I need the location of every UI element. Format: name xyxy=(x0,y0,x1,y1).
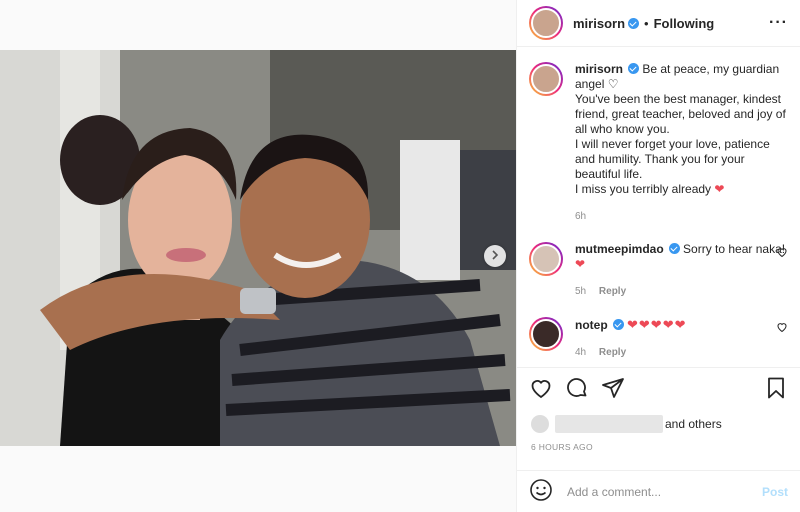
comment-meta: 4h Reply xyxy=(575,345,788,360)
caption-line-4: I miss you terribly already xyxy=(575,182,712,196)
caption-meta: 6h xyxy=(575,209,788,224)
post-timestamp[interactable]: 6 HOURS AGO xyxy=(531,442,593,452)
author-username[interactable]: mirisorn xyxy=(573,16,625,31)
emoji-icon[interactable] xyxy=(529,478,553,505)
comment-composer: Post xyxy=(517,470,800,512)
separator-dot: • xyxy=(644,15,649,31)
comment-row: notep ❤❤❤❤❤ 4h Reply xyxy=(529,317,788,360)
comment-text: Sorry to hear naka! xyxy=(683,242,786,256)
comment-username[interactable]: notep xyxy=(575,318,608,332)
verified-icon xyxy=(612,319,624,330)
verified-icon xyxy=(668,243,680,254)
comment-row: mutmeepimdao Sorry to hear naka! ❤ 5h Re… xyxy=(529,242,788,299)
comment-input[interactable] xyxy=(567,484,748,499)
white-heart-icon: ♡ xyxy=(607,77,619,91)
next-photo-button[interactable] xyxy=(484,245,506,267)
likes-summary: and others xyxy=(531,415,722,433)
comment-time[interactable]: 4h xyxy=(575,347,586,358)
share-icon[interactable] xyxy=(601,376,625,403)
caption-line-3: I will never forget your love, patience … xyxy=(575,137,770,181)
post-comment-button[interactable]: Post xyxy=(762,485,788,499)
comment-body: notep ❤❤❤❤❤ 4h Reply xyxy=(575,317,788,360)
comment-meta: 5h Reply xyxy=(575,284,788,299)
comment-username[interactable]: mutmeepimdao xyxy=(575,242,664,256)
more-options-icon[interactable]: ··· xyxy=(769,14,788,32)
liker-avatar xyxy=(531,415,549,433)
photo-illustration xyxy=(0,50,516,446)
post-photo[interactable] xyxy=(0,50,516,446)
caption-body: mirisorn Be at peace, my guardian angel … xyxy=(575,62,788,224)
red-hearts-icon: ❤❤❤❤❤ xyxy=(627,317,687,332)
photo-pane xyxy=(0,0,516,512)
post-actions xyxy=(517,367,800,411)
author-avatar[interactable] xyxy=(529,6,563,40)
caption-time[interactable]: 6h xyxy=(575,211,586,222)
caption: mirisorn Be at peace, my guardian angel … xyxy=(529,62,788,224)
caption-username[interactable]: mirisorn xyxy=(575,62,623,76)
heart-icon[interactable] xyxy=(529,376,553,403)
red-heart-icon: ❤ xyxy=(575,257,586,271)
caption-avatar[interactable] xyxy=(529,62,563,96)
caption-line-2: You've been the best manager, kindest fr… xyxy=(575,92,786,136)
verified-icon xyxy=(628,17,640,29)
like-comment-heart-icon[interactable] xyxy=(776,321,788,336)
post-sidebar: mirisorn • Following ··· mirisorn Be at … xyxy=(516,0,800,512)
post-header: mirisorn • Following ··· xyxy=(517,0,800,47)
verified-icon xyxy=(628,63,640,74)
reply-button[interactable]: Reply xyxy=(599,286,626,297)
comments-list[interactable]: mirisorn Be at peace, my guardian angel … xyxy=(517,48,800,366)
comment-avatar[interactable] xyxy=(529,317,563,351)
reply-button[interactable]: Reply xyxy=(599,347,626,358)
chevron-right-icon xyxy=(490,249,500,263)
likes-suffix[interactable]: and others xyxy=(665,417,722,431)
like-comment-heart-icon[interactable] xyxy=(776,246,788,261)
bookmark-icon[interactable] xyxy=(764,376,788,403)
comment-avatar[interactable] xyxy=(529,242,563,276)
red-heart-icon: ❤ xyxy=(714,182,725,196)
comment-body: mutmeepimdao Sorry to hear naka! ❤ 5h Re… xyxy=(575,242,788,299)
comment-time[interactable]: 5h xyxy=(575,286,586,297)
liker-name-blurred xyxy=(555,415,663,433)
comment-icon[interactable] xyxy=(565,376,589,403)
following-button[interactable]: Following xyxy=(654,16,715,31)
